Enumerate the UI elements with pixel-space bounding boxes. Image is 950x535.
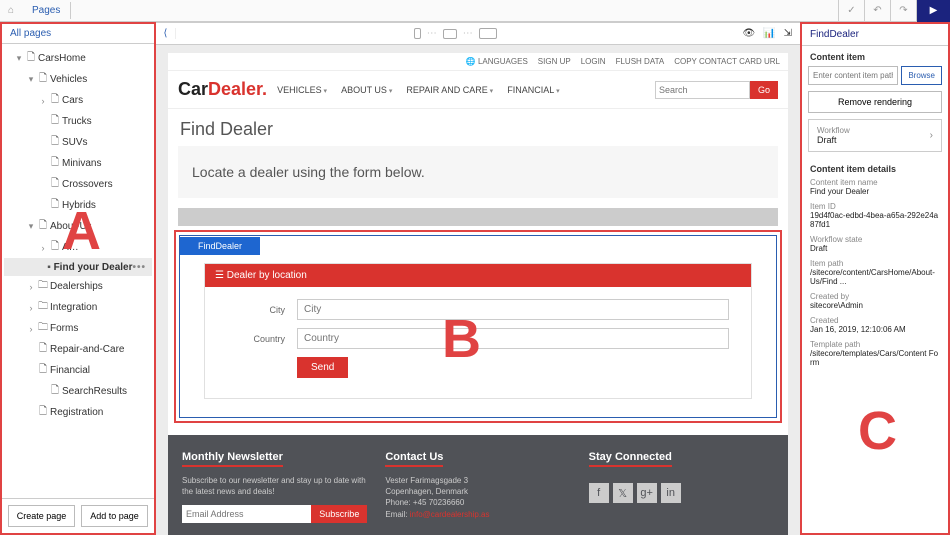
tree-node-menu-icon[interactable]: •••: [132, 262, 150, 273]
device-switcher[interactable]: ⋯ ⋯: [176, 28, 734, 39]
page-subtitle: Locate a dealer using the form below.: [178, 146, 778, 198]
device-phone-icon[interactable]: [414, 28, 421, 39]
facebook-icon[interactable]: f: [589, 483, 609, 503]
linkedin-icon[interactable]: in: [661, 483, 681, 503]
subscribe-button[interactable]: Subscribe: [311, 505, 367, 523]
chevron-right-icon: ›: [930, 130, 933, 141]
approve-icon[interactable]: ✓: [838, 0, 864, 22]
top-languages[interactable]: 🌐 LANGUAGES: [466, 57, 528, 66]
tree-node-cars[interactable]: ›🗋Cars: [4, 90, 152, 111]
play-button[interactable]: ▶: [916, 0, 950, 22]
ribbon-tab-pages[interactable]: Pages: [22, 2, 71, 19]
send-button[interactable]: Send: [297, 357, 348, 378]
footer-social-title: Stay Connected: [589, 451, 672, 467]
page-preview: 🌐 LANGUAGES SIGN UP LOGIN FLUSH DATA COP…: [168, 53, 788, 535]
country-input[interactable]: [297, 328, 729, 349]
tree-node-find-dealer[interactable]: ▪Find your Dealer•••: [4, 258, 152, 276]
nav-vehicles[interactable]: VEHICLES: [277, 85, 327, 95]
form-heading: ☰ Dealer by location: [205, 264, 751, 287]
newsletter-email-input[interactable]: [182, 505, 311, 523]
top-copy[interactable]: COPY CONTACT CARD URL: [674, 57, 780, 66]
tree-node-about-child[interactable]: ›🗋A…: [4, 237, 152, 258]
footer-newsletter-title: Monthly Newsletter: [182, 451, 283, 467]
details-section: Content item details: [802, 158, 948, 178]
site-search-input[interactable]: [655, 81, 750, 99]
redo-icon[interactable]: ↷: [890, 0, 916, 22]
tree-node-minivans[interactable]: 🗋Minivans: [4, 153, 152, 174]
tree-node-vehicles[interactable]: ▾🗋Vehicles: [4, 69, 152, 90]
tree-node-integration[interactable]: ›🗀Integration: [4, 297, 152, 318]
page-tree: ▾🗋CarsHome ▾🗋Vehicles ›🗋Cars 🗋Trucks 🗋SU…: [2, 44, 154, 498]
tree-node-searchresults[interactable]: 🗋SearchResults: [4, 381, 152, 402]
footer-contact-title: Contact Us: [385, 451, 443, 467]
analytics-icon[interactable]: 📊: [763, 28, 775, 39]
country-label: Country: [227, 334, 297, 344]
top-ribbon: ⌂ Pages ✓ ↶ ↷ ▶: [0, 0, 950, 22]
device-tablet-icon[interactable]: [443, 29, 457, 39]
tree-node-forms[interactable]: ›🗀Forms: [4, 318, 152, 339]
nav-about[interactable]: ABOUT US: [341, 85, 392, 95]
home-icon[interactable]: ⌂: [0, 5, 22, 16]
tree-node-registration[interactable]: 🗋Registration: [4, 402, 152, 423]
top-signup[interactable]: SIGN UP: [538, 57, 571, 66]
city-input[interactable]: [297, 299, 729, 320]
editor-toolbar: ⟨ ⋯ ⋯ 👁 📊 ⇲: [156, 23, 800, 45]
content-item-section: Content item: [802, 46, 948, 66]
city-label: City: [227, 305, 297, 315]
remove-rendering-button[interactable]: Remove rendering: [808, 91, 942, 113]
collapse-tree-icon[interactable]: ⟨: [156, 28, 176, 39]
rendering-name-chip[interactable]: FindDealer: [180, 237, 260, 255]
properties-panel: FindDealer Content item Browse Remove re…: [800, 22, 950, 535]
tree-node-hybrids[interactable]: 🗋Hybrids: [4, 195, 152, 216]
site-logo: CarDealer.: [178, 79, 267, 100]
tree-node-financial[interactable]: 🗋Financial: [4, 360, 152, 381]
footer-newsletter-text: Subscribe to our newsletter and stay up …: [182, 475, 367, 497]
workflow-card[interactable]: Workflow Draft ›: [808, 119, 942, 152]
site-search-go[interactable]: Go: [750, 81, 778, 99]
browse-button[interactable]: Browse: [901, 66, 942, 85]
editor-area: ⟨ ⋯ ⋯ 👁 📊 ⇲ 🌐 LANGUAGES: [156, 22, 800, 535]
preview-icon[interactable]: 👁: [742, 28, 755, 39]
tree-node-carshome[interactable]: ▾🗋CarsHome: [4, 48, 152, 69]
export-icon[interactable]: ⇲: [784, 28, 792, 39]
page-tree-panel: All pages ▾🗋CarsHome ▾🗋Vehicles ›🗋Cars 🗋…: [0, 22, 156, 535]
undo-icon[interactable]: ↶: [864, 0, 890, 22]
content-item-path-input[interactable]: [808, 66, 898, 85]
tree-header: All pages: [2, 24, 154, 44]
page-title: Find Dealer: [168, 109, 788, 146]
add-to-page-button[interactable]: Add to page: [81, 505, 148, 527]
tree-node-repair[interactable]: 🗋Repair-and-Care: [4, 339, 152, 360]
dealer-form: ☰ Dealer by location City Country: [204, 263, 752, 399]
create-page-button[interactable]: Create page: [8, 505, 75, 527]
googleplus-icon[interactable]: g+: [637, 483, 657, 503]
tree-node-crossovers[interactable]: 🗋Crossovers: [4, 174, 152, 195]
footer-email-link[interactable]: info@cardealership.as: [410, 510, 490, 519]
tree-node-suvs[interactable]: 🗋SUVs: [4, 132, 152, 153]
twitter-icon[interactable]: 𝕏: [613, 483, 633, 503]
site-top-links: 🌐 LANGUAGES SIGN UP LOGIN FLUSH DATA COP…: [168, 53, 788, 71]
site-footer: Monthly Newsletter Subscribe to our news…: [168, 435, 788, 535]
rendering-selection[interactable]: FindDealer ☰ Dealer by location City: [174, 230, 782, 423]
top-login[interactable]: LOGIN: [581, 57, 606, 66]
tree-node-trucks[interactable]: 🗋Trucks: [4, 111, 152, 132]
nav-repair[interactable]: REPAIR AND CARE: [406, 85, 493, 95]
nav-financial[interactable]: FINANCIAL: [507, 85, 559, 95]
tree-node-dealerships[interactable]: ›🗀Dealerships: [4, 276, 152, 297]
top-flush[interactable]: FLUSH DATA: [616, 57, 665, 66]
device-desktop-icon[interactable]: [479, 28, 497, 39]
properties-title: FindDealer: [802, 24, 948, 46]
tree-node-about[interactable]: ▾🗋About-Us: [4, 216, 152, 237]
